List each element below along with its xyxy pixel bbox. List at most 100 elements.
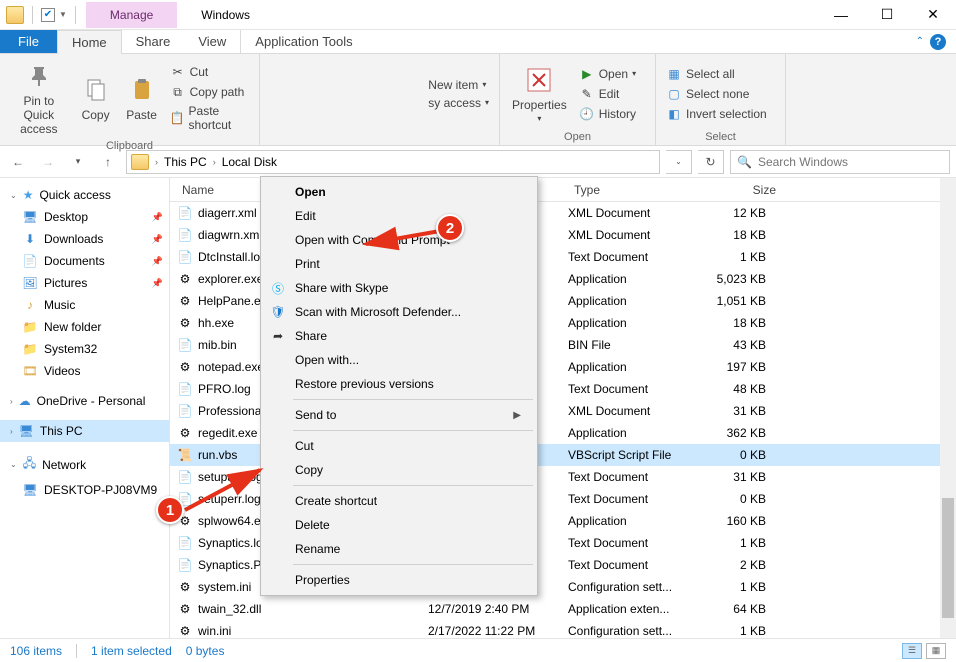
file-icon: ⚙ [176,314,194,332]
nav-onedrive[interactable]: ›☁OneDrive - Personal [0,390,169,412]
menu-item[interactable]: Delete [263,513,535,537]
copy-path-button[interactable]: ⧉Copy path [168,83,251,101]
status-selection: 1 item selected [91,644,172,658]
skype-icon: Ⓢ [269,279,287,297]
file-size: 160 KB [698,514,782,528]
file-type: Text Document [568,558,698,572]
pin-to-quick-access-button[interactable]: Pin to Quick access [8,58,70,138]
menu-item[interactable]: Ⓢ Share with Skype [263,276,535,300]
back-button[interactable]: ← [6,150,30,174]
large-icons-view-button[interactable]: ▦ [926,643,946,659]
qat-dropdown-icon[interactable]: ▼ [59,10,67,19]
file-type: XML Document [568,206,698,220]
file-tab[interactable]: File [0,30,57,53]
close-button[interactable]: ✕ [910,0,956,30]
menu-item[interactable]: Cut [263,434,535,458]
menu-item[interactable]: Open with Command Prompt [263,228,535,252]
col-size[interactable]: Size [698,183,782,197]
menu-item[interactable]: Restore previous versions [263,372,535,396]
menu-item[interactable]: Open [263,180,535,204]
collapse-ribbon-icon[interactable]: ⌃ [916,36,924,47]
menu-item[interactable]: Copy [263,458,535,482]
select-none-button[interactable]: ▢Select none [664,85,769,103]
folder-icon: 📁 [22,319,38,335]
nav-this-pc[interactable]: ›🖥This PC [0,420,169,442]
menu-item[interactable]: Print [263,252,535,276]
file-icon: 📄 [176,248,194,266]
chevron-down-icon: ▾ [482,80,486,89]
menu-item[interactable]: Send to▶ [263,403,535,427]
breadcrumb-this-pc[interactable]: This PC [164,155,207,169]
breadcrumb-disk[interactable]: Local Disk [222,155,277,169]
menu-item[interactable]: Rename [263,537,535,561]
paste-button[interactable]: Paste [122,72,162,124]
select-none-icon: ▢ [666,86,682,102]
invert-selection-button[interactable]: ◧Invert selection [664,105,769,123]
properties-button[interactable]: Properties ▾ [508,62,571,125]
application-tools-tab[interactable]: Application Tools [240,30,366,53]
chevron-right-icon[interactable]: › [151,157,162,167]
nav-computer[interactable]: 🖥DESKTOP-PJ08VM9 [0,479,169,501]
file-size: 31 KB [698,404,782,418]
menu-item[interactable]: ➦Share [263,324,535,348]
file-icon: 📄 [176,226,194,244]
history-button[interactable]: 🕘History [577,105,638,123]
file-type: Configuration sett... [568,580,698,594]
col-type[interactable]: Type [568,183,698,197]
qat-checkbox[interactable]: ✔ [41,8,55,22]
forward-button[interactable]: → [36,150,60,174]
new-item-button[interactable]: New item ▾ [426,77,491,93]
menu-item-label: Send to [295,408,336,422]
search-box[interactable]: 🔍 [730,150,950,174]
home-tab[interactable]: Home [57,30,122,54]
nav-network[interactable]: ⌄🖧Network [0,450,169,479]
edit-button[interactable]: ✎Edit [577,85,638,103]
easy-access-button[interactable]: sy access ▾ [426,95,491,111]
menu-item[interactable]: Open with... [263,348,535,372]
menu-item[interactable]: Properties [263,568,535,592]
file-row[interactable]: ⚙twain_32.dll12/7/2019 2:40 PMApplicatio… [170,598,956,620]
nav-downloads[interactable]: ⬇Downloads📌 [0,228,169,250]
help-icon[interactable]: ? [930,34,946,50]
nav-pictures[interactable]: 🖼Pictures📌 [0,272,169,294]
address-dropdown-button[interactable]: ⌄ [666,150,692,174]
open-group-label: Open [508,129,647,143]
file-type: BIN File [568,338,698,352]
maximize-button[interactable]: ☐ [864,0,910,30]
copy-button[interactable]: Copy [76,72,116,124]
status-bytes: 0 bytes [186,644,225,658]
chevron-right-icon[interactable]: › [209,157,220,167]
address-bar[interactable]: › This PC › Local Disk [126,150,660,174]
select-all-button[interactable]: ▦Select all [664,65,769,83]
paste-shortcut-icon: 📋 [170,110,185,126]
up-button[interactable]: ↑ [96,150,120,174]
nav-desktop[interactable]: 🖥Desktop📌 [0,206,169,228]
menu-item[interactable]: Edit [263,204,535,228]
file-type: Application [568,360,698,374]
file-date: 12/7/2019 2:40 PM [428,602,568,616]
open-button[interactable]: ▶Open ▾ [577,65,638,83]
folder-icon[interactable] [6,6,24,24]
minimize-button[interactable]: — [818,0,864,30]
details-view-button[interactable]: ☰ [902,643,922,659]
file-row[interactable]: ⚙win.ini2/17/2022 11:22 PMConfiguration … [170,620,956,638]
file-type: Application [568,316,698,330]
refresh-button[interactable]: ↻ [698,150,724,174]
quick-access-header[interactable]: ⌄★Quick access [0,184,169,206]
view-tab[interactable]: View [184,30,240,53]
nav-system32[interactable]: 📁System32 [0,338,169,360]
paste-shortcut-button[interactable]: 📋Paste shortcut [168,103,251,133]
ribbon: Pin to Quick access Copy Paste ✂Cut ⧉Cop… [0,54,956,146]
nav-music[interactable]: ♪Music [0,294,169,316]
share-tab[interactable]: Share [122,30,185,53]
recent-locations-button[interactable]: ▾ [66,150,90,174]
menu-item[interactable]: 🛡Scan with Microsoft Defender... [263,300,535,324]
cut-button[interactable]: ✂Cut [168,63,251,81]
menu-item[interactable]: Create shortcut [263,489,535,513]
nav-new-folder[interactable]: 📁New folder [0,316,169,338]
menu-item-label: Share with Skype [295,281,388,295]
search-input[interactable] [758,155,943,169]
nav-videos[interactable]: 🎞Videos [0,360,169,382]
vertical-scrollbar[interactable] [940,178,956,638]
nav-documents[interactable]: 📄Documents📌 [0,250,169,272]
